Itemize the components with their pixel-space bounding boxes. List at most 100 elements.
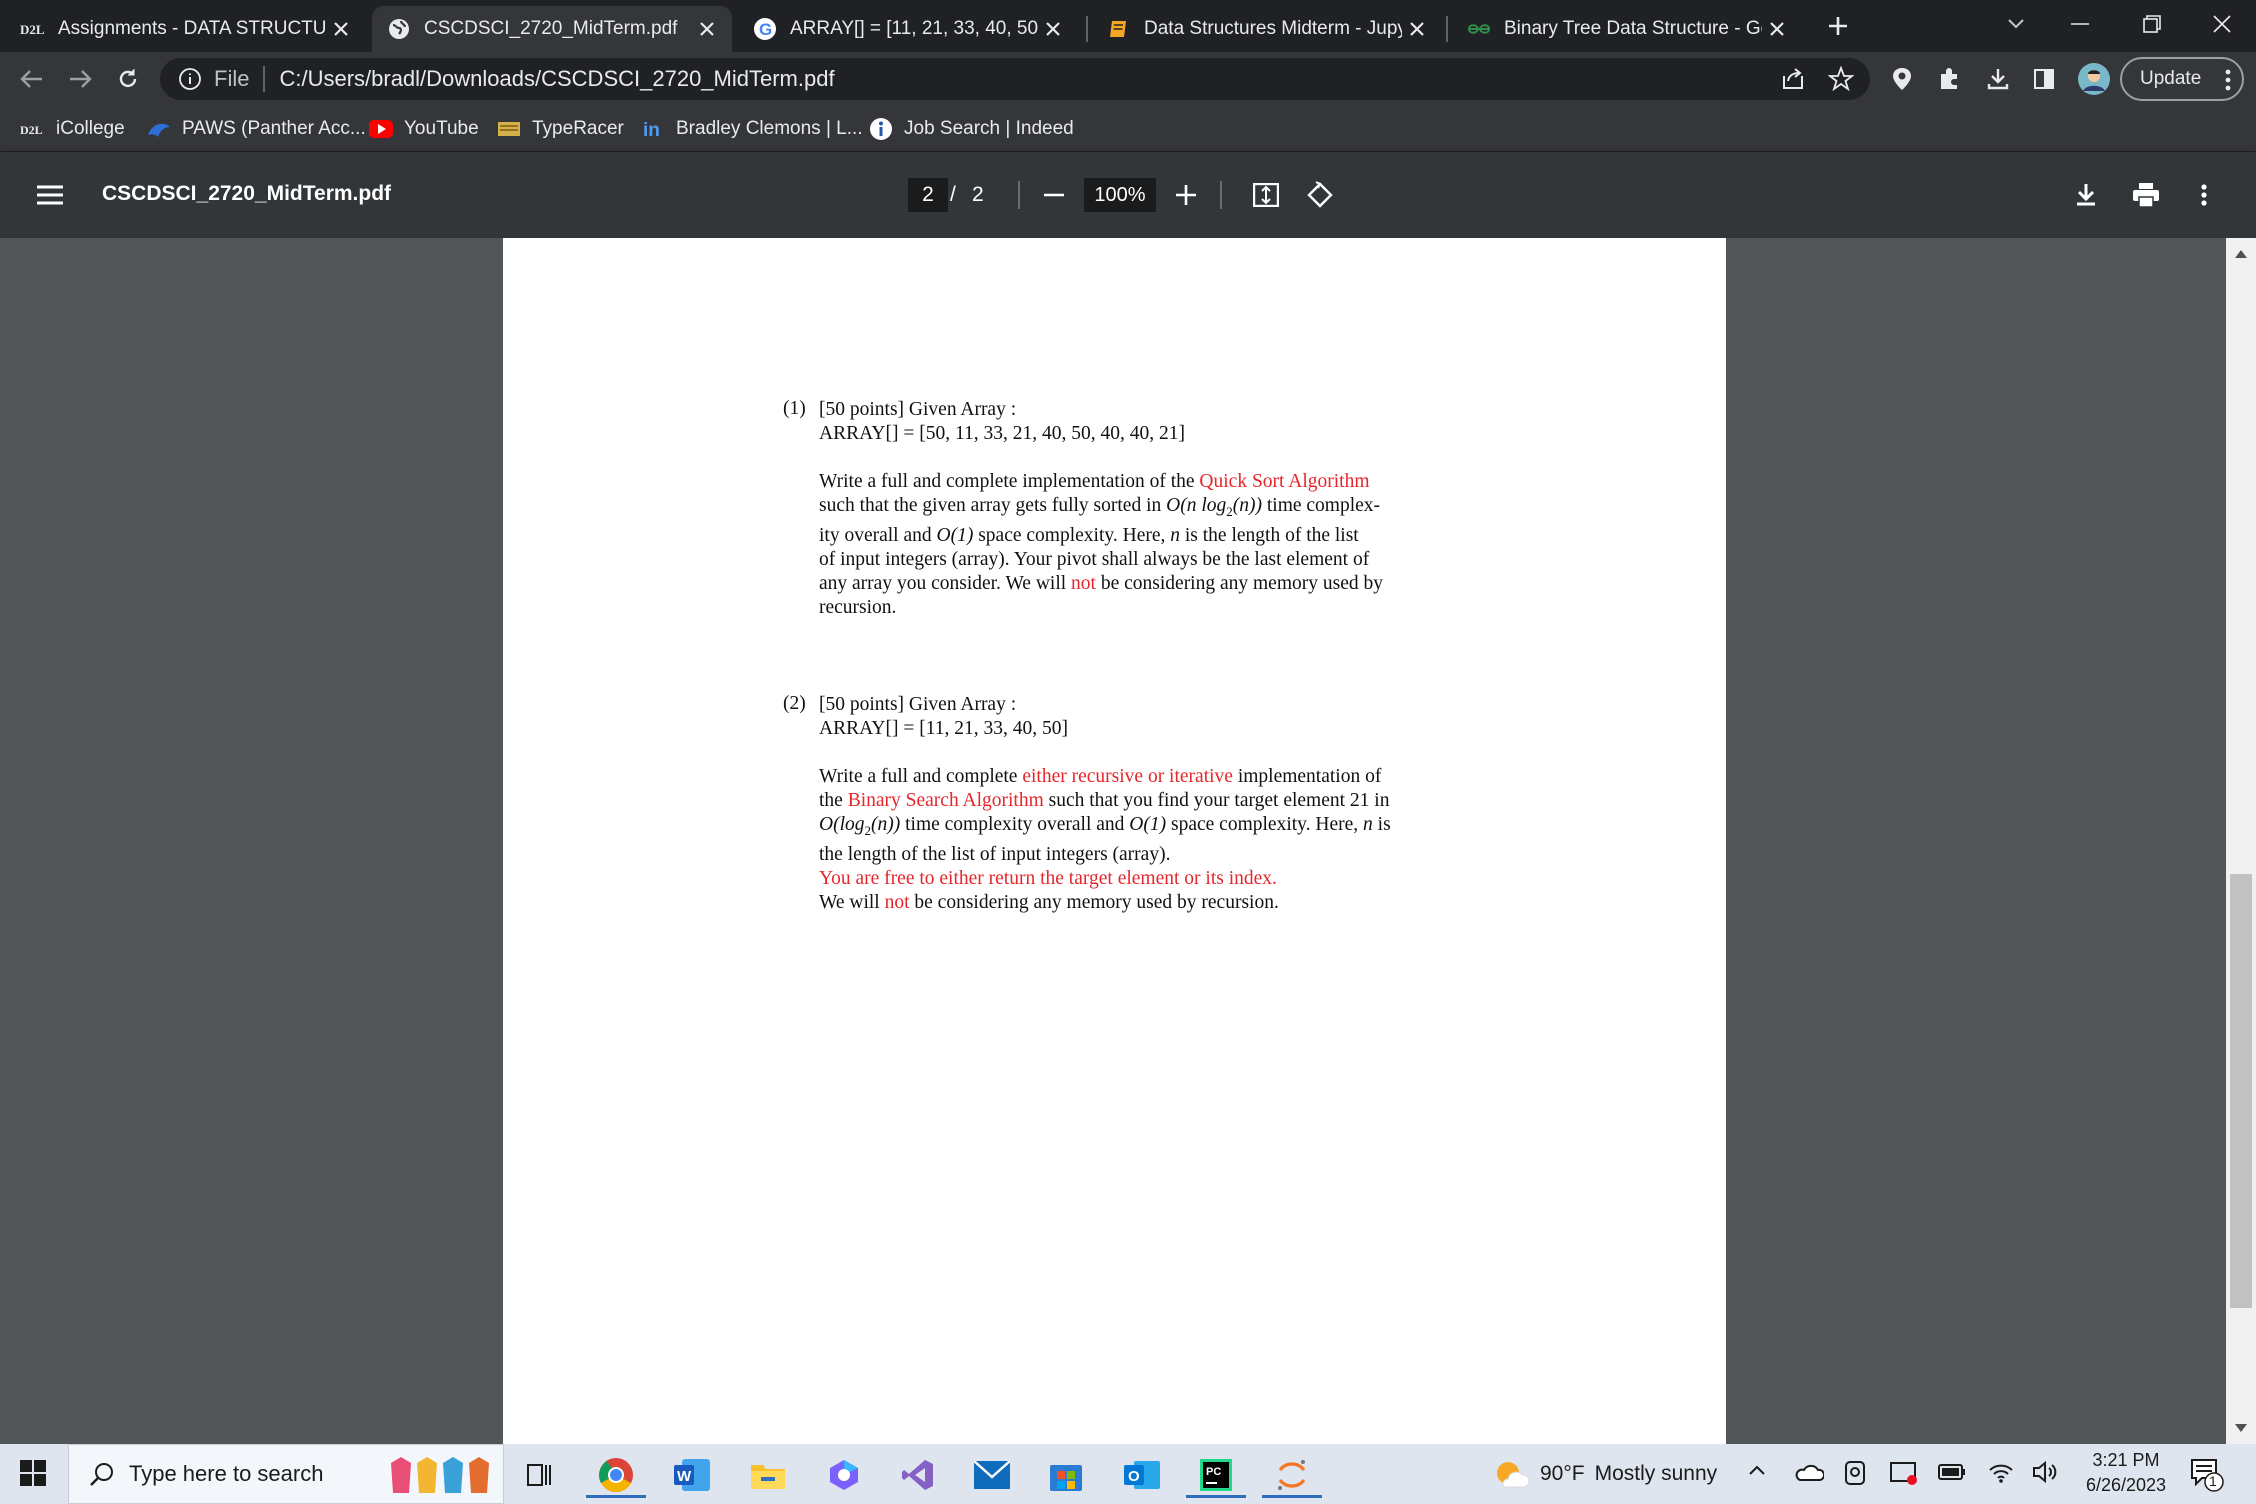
tab-assignments[interactable]: D2L Assignments - DATA STRUCTURE: [6, 6, 366, 52]
svg-text:D2L: D2L: [20, 22, 45, 37]
svg-text:in: in: [643, 120, 660, 140]
outlook-icon[interactable]: O: [1116, 1452, 1168, 1498]
notifications-icon[interactable]: 1: [2190, 1458, 2224, 1492]
vertical-scrollbar[interactable]: [2226, 238, 2256, 1444]
pycharm-icon[interactable]: PC: [1186, 1452, 1246, 1498]
word-taskbar-icon[interactable]: W: [666, 1452, 718, 1498]
bookmark-label: TypeRacer: [532, 118, 624, 139]
show-hidden-icons-chevron-icon[interactable]: [1748, 1464, 1766, 1476]
svg-text:O: O: [1128, 1468, 1140, 1485]
toolbar-divider: [1018, 181, 1020, 209]
browser-toolbar: File C:/Users/bradl/Downloads/CSCDSCI_27…: [0, 52, 2256, 106]
volume-icon[interactable]: [2032, 1460, 2060, 1484]
bookmark-star-icon[interactable]: [1828, 66, 1854, 92]
close-window-icon[interactable]: [2202, 4, 2242, 44]
tab-separator: [1086, 16, 1088, 42]
tab-search-chevron-icon[interactable]: [1996, 4, 2036, 44]
bookmark-paws[interactable]: PAWS (Panther Acc...: [146, 114, 366, 144]
screen-capture-icon[interactable]: [1890, 1460, 1918, 1486]
minimize-icon[interactable]: [2060, 4, 2100, 44]
scroll-thumb[interactable]: [2230, 874, 2252, 1308]
search-placeholder: Type here to search: [129, 1461, 324, 1486]
pdf-viewer[interactable]: (1) [50 points] Given Array : ARRAY[] = …: [0, 238, 2256, 1444]
active-app-indicator: [586, 1495, 646, 1498]
tab-separator: [1446, 16, 1448, 42]
close-tab-icon[interactable]: [326, 14, 356, 44]
tab-geeksforgeeks[interactable]: Binary Tree Data Structure - Geek: [1452, 6, 1802, 52]
download-pdf-icon[interactable]: [2066, 175, 2106, 215]
tab-midterm-pdf[interactable]: CSCDSCI_2720_MidTerm.pdf: [372, 6, 732, 52]
onedrive-cloud-icon[interactable]: [1794, 1462, 1824, 1482]
close-tab-icon[interactable]: [1762, 14, 1792, 44]
reload-icon[interactable]: [108, 59, 148, 99]
copilot-taskbar-icon[interactable]: [818, 1452, 870, 1498]
panther-icon: [146, 116, 172, 142]
quick-sort-highlight: Quick Sort Algorithm: [1199, 471, 1370, 492]
zoom-level-input[interactable]: 100%: [1084, 178, 1156, 212]
jupyter-taskbar-icon[interactable]: [1262, 1452, 1322, 1498]
profile-avatar[interactable]: [2074, 59, 2114, 99]
task-view-icon[interactable]: [514, 1452, 566, 1498]
fit-to-page-icon[interactable]: [1246, 175, 1286, 215]
tab-jupyter[interactable]: Data Structures Midterm - Jupyte: [1092, 6, 1442, 52]
more-menu-icon[interactable]: [2224, 69, 2232, 91]
meet-now-icon[interactable]: [1844, 1460, 1866, 1486]
close-tab-icon[interactable]: [1038, 14, 1068, 44]
windows-start-icon[interactable]: [20, 1460, 46, 1486]
tab-title: Assignments - DATA STRUCTURE: [58, 18, 326, 39]
close-tab-icon[interactable]: [1402, 14, 1432, 44]
question-2-paragraph: Write a full and complete either recursi…: [819, 765, 1463, 915]
page-number-input[interactable]: 2: [908, 178, 948, 212]
active-app-indicator: [1186, 1495, 1246, 1498]
scroll-down-arrow-icon[interactable]: [2235, 1424, 2247, 1432]
weather-widget[interactable]: 90°F Mostly sunny: [1494, 1456, 1717, 1492]
downloads-icon[interactable]: [1978, 59, 2018, 99]
close-tab-icon[interactable]: [692, 14, 722, 44]
info-icon[interactable]: [178, 67, 202, 91]
address-bar[interactable]: File C:/Users/bradl/Downloads/CSCDSCI_27…: [160, 58, 1870, 100]
visual-studio-icon[interactable]: [892, 1452, 944, 1498]
side-panel-icon[interactable]: [2024, 59, 2064, 99]
bookmark-linkedin[interactable]: in Bradley Clemons | L...: [640, 114, 863, 144]
update-button[interactable]: Update: [2120, 57, 2244, 101]
zoom-in-icon[interactable]: [1166, 175, 1206, 215]
bookmark-indeed[interactable]: Job Search | Indeed: [868, 114, 1074, 144]
microsoft-store-icon[interactable]: [1040, 1452, 1092, 1498]
bookmark-typeracer[interactable]: TypeRacer: [496, 114, 624, 144]
question-1-array: ARRAY[] = [50, 11, 33, 21, 40, 50, 40, 4…: [819, 423, 1185, 444]
tab-array-search[interactable]: G ARRAY[] = [11, 21, 33, 40, 50] Wri: [738, 6, 1078, 52]
battery-icon[interactable]: [1938, 1464, 1966, 1480]
hamburger-menu-icon[interactable]: [30, 175, 70, 215]
file-explorer-icon[interactable]: [742, 1452, 794, 1498]
bookmark-label: iCollege: [56, 118, 125, 139]
google-icon: G: [752, 16, 778, 42]
tab-strip: D2L Assignments - DATA STRUCTURE CSCDSCI…: [0, 0, 2256, 52]
zoom-out-icon[interactable]: [1034, 175, 1074, 215]
clock[interactable]: 3:21 PM 6/26/2023: [2080, 1448, 2172, 1498]
question-1-header: [50 points] Given Array :: [819, 399, 1017, 420]
tab-title: ARRAY[] = [11, 21, 33, 40, 50] Wri: [790, 18, 1038, 39]
new-tab-plus-icon[interactable]: [1818, 6, 1858, 46]
chrome-taskbar-icon[interactable]: [586, 1452, 646, 1498]
extensions-puzzle-icon[interactable]: [1930, 59, 1970, 99]
bookmark-youtube[interactable]: YouTube: [368, 114, 479, 144]
linkedin-icon: in: [640, 116, 666, 142]
share-icon[interactable]: [1780, 66, 1806, 92]
restore-icon[interactable]: [2132, 4, 2172, 44]
taskbar-search-box[interactable]: Type here to search: [68, 1444, 504, 1504]
scroll-up-arrow-icon[interactable]: [2235, 250, 2247, 258]
binary-search-highlight: Binary Search Algorithm: [847, 790, 1044, 811]
pdf-more-options-icon[interactable]: [2184, 175, 2224, 215]
pdf-filename: CSCDSCI_2720_MidTerm.pdf: [102, 182, 392, 205]
location-extension-icon[interactable]: [1882, 59, 1922, 99]
forward-arrow-icon[interactable]: [60, 59, 100, 99]
rotate-icon[interactable]: [1300, 175, 1340, 215]
bookmark-icollege[interactable]: D2L iCollege: [20, 114, 125, 144]
wifi-icon[interactable]: [1988, 1460, 2014, 1484]
back-arrow-icon[interactable]: [12, 59, 52, 99]
geeks-icon: [1466, 16, 1492, 42]
print-icon[interactable]: [2126, 175, 2166, 215]
toolbar-divider: [1220, 181, 1222, 209]
clock-time: 3:21 PM: [2092, 1450, 2160, 1470]
mail-icon[interactable]: [966, 1452, 1018, 1498]
